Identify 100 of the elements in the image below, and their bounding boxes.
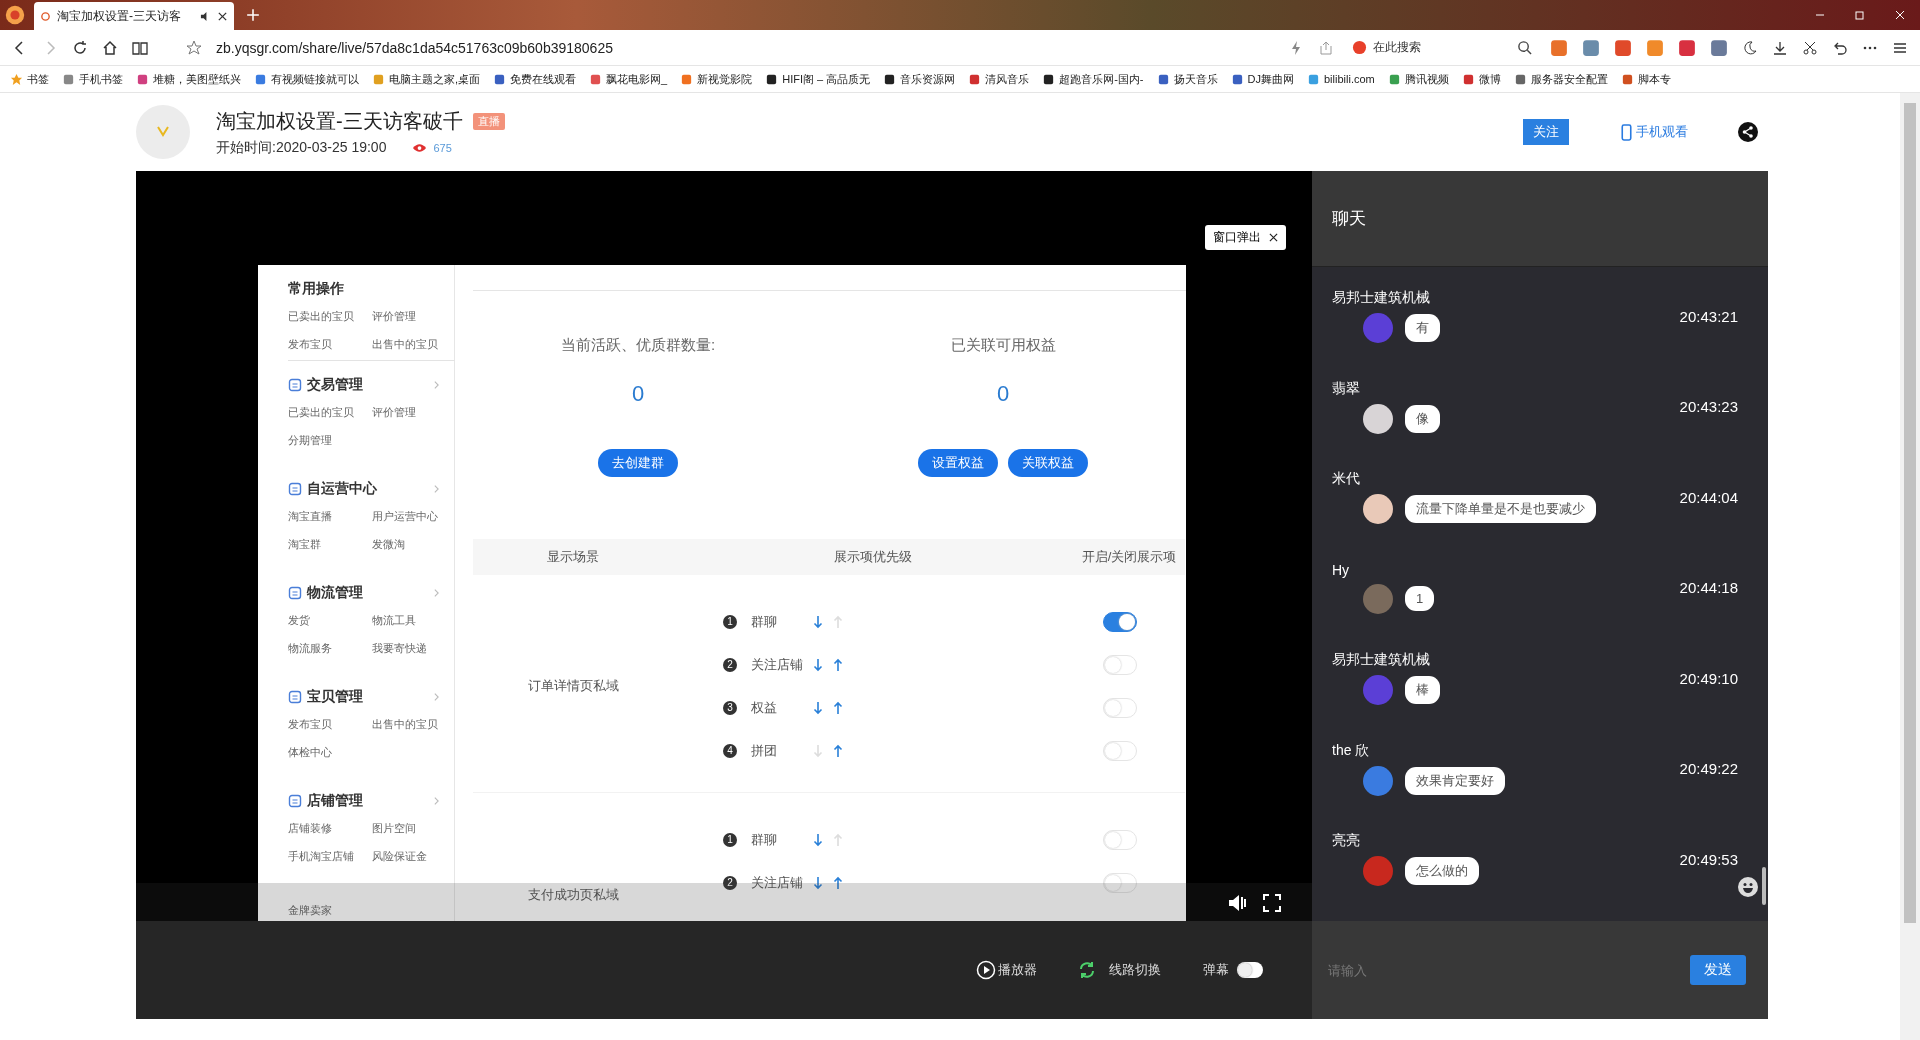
refresh-icon[interactable] — [1077, 960, 1097, 980]
bookmark-link[interactable]: 腾讯视频 — [1387, 71, 1449, 87]
close-icon[interactable] — [1269, 233, 1278, 242]
bookmark-link[interactable]: DJ舞曲网 — [1230, 71, 1294, 87]
extension-icon[interactable] — [1646, 38, 1664, 57]
bookmark-link[interactable]: 飘花电影网_ — [589, 71, 668, 87]
action-button[interactable]: 去创建群 — [598, 448, 678, 477]
scrollbar[interactable] — [1762, 867, 1766, 905]
search-engine-icon[interactable] — [1352, 40, 1367, 55]
star-icon[interactable] — [186, 39, 202, 56]
extension-icon[interactable] — [1710, 38, 1728, 57]
up-arrow-icon[interactable] — [833, 700, 843, 715]
action-button[interactable]: 设置权益 — [918, 448, 998, 477]
up-arrow-icon[interactable] — [833, 875, 843, 890]
line-switch-link[interactable]: 线路切换 — [1109, 961, 1161, 979]
url-field[interactable]: zb.yqsgr.com/share/live/57da8c1da54c51763c09b60b39180625 — [216, 39, 613, 56]
search-icon[interactable] — [1517, 40, 1532, 55]
download-icon[interactable] — [1772, 39, 1788, 56]
restore-icon[interactable] — [1854, 9, 1866, 21]
bookmark-link[interactable]: 手机书签 — [62, 71, 123, 87]
rank-badge: 4 — [723, 743, 737, 758]
bookmark-link[interactable]: 电脑主题之家,桌面 — [372, 71, 481, 87]
menu-link[interactable]: 我要寄快递 — [372, 638, 462, 658]
menu-link[interactable]: 评价管理 — [372, 306, 462, 326]
menu-link[interactable]: 分期管理 — [288, 430, 372, 450]
bookmark-link[interactable]: 新视觉影院 — [680, 71, 753, 87]
menu-link[interactable]: 风险保证金 — [372, 846, 462, 866]
menu-link[interactable]: 淘宝群 — [288, 534, 372, 554]
menu-link[interactable]: 店铺装修 — [288, 818, 372, 838]
bookmark-link[interactable]: HIFI阁 – 高品质无 — [765, 71, 871, 87]
close-icon[interactable] — [217, 10, 228, 22]
extension-icon[interactable] — [1614, 38, 1632, 57]
menu-link[interactable]: 淘宝直播 — [288, 506, 372, 526]
menu-link[interactable]: 发微淘 — [372, 534, 462, 554]
menu-link[interactable]: 手机淘宝店铺 — [288, 846, 372, 866]
bookmark-link[interactable]: 微博 — [1461, 71, 1501, 87]
section-title: 物流管理 — [307, 584, 363, 602]
down-arrow-icon[interactable] — [813, 657, 823, 672]
mobile-view-link[interactable]: 手机观看 — [1636, 123, 1688, 141]
new-tab-icon[interactable] — [246, 8, 260, 22]
scissors-icon[interactable] — [1802, 39, 1818, 56]
follow-button[interactable]: 关注 — [1523, 119, 1569, 145]
bookmark-link[interactable]: 书签 — [10, 71, 49, 87]
fullscreen-icon[interactable] — [1262, 894, 1282, 912]
bookmark-link[interactable]: 超跑音乐网-国内- — [1042, 71, 1144, 87]
bookmark-link[interactable]: 堆糖，美图壁纸兴 — [136, 71, 241, 87]
up-arrow-icon[interactable] — [833, 743, 843, 758]
share-icon[interactable] — [1738, 122, 1758, 142]
reload-icon[interactable] — [72, 39, 88, 56]
toggle-switch[interactable] — [1103, 611, 1137, 632]
bookmark-icon — [680, 72, 694, 86]
message-bubble: 1 — [1405, 586, 1435, 612]
action-button[interactable]: 关联权益 — [1008, 448, 1088, 477]
bookmark-link[interactable]: 脚本专 — [1620, 71, 1671, 87]
down-arrow-icon[interactable] — [813, 614, 823, 629]
bookmark-link[interactable]: 服务器安全配置 — [1513, 71, 1608, 87]
home-icon[interactable] — [102, 39, 118, 56]
popout-button[interactable]: 窗口弹出 — [1205, 225, 1286, 250]
bookmark-link[interactable]: 清风音乐 — [968, 71, 1030, 87]
menu-link[interactable]: 出售中的宝贝 — [372, 334, 462, 354]
browser-tab[interactable]: 淘宝加权设置-三天访客 — [34, 2, 234, 30]
menu-link[interactable]: 评价管理 — [372, 402, 462, 422]
section-title: 交易管理 — [307, 376, 363, 394]
extension-icon[interactable] — [1678, 38, 1696, 57]
down-arrow-icon[interactable] — [813, 875, 823, 890]
bookmark-link[interactable]: 免费在线观看 — [493, 71, 577, 87]
browser-logo-icon[interactable] — [4, 4, 26, 26]
menu-link[interactable]: 出售中的宝贝 — [372, 714, 462, 734]
phone-icon[interactable] — [1621, 123, 1632, 141]
menu-link[interactable]: 图片空间 — [372, 818, 462, 838]
menu-link[interactable]: 物流服务 — [288, 638, 372, 658]
bookmark-link[interactable]: 音乐资源网 — [883, 71, 956, 87]
player-link[interactable]: 播放器 — [998, 961, 1037, 979]
menu-link[interactable]: 已卖出的宝贝 — [288, 306, 372, 326]
danmaku-toggle[interactable] — [1237, 962, 1263, 978]
menu-link[interactable]: 发货 — [288, 610, 372, 630]
page-scrollbar[interactable] — [1900, 93, 1920, 1040]
smiley-icon[interactable] — [1738, 877, 1758, 897]
play-icon[interactable] — [976, 960, 996, 980]
menu-link[interactable]: 发布宝贝 — [288, 714, 372, 734]
moon-icon[interactable] — [1742, 39, 1758, 56]
up-arrow-icon[interactable] — [833, 657, 843, 672]
down-arrow-icon[interactable] — [813, 832, 823, 847]
bookmark-link[interactable]: bilibili.com — [1307, 72, 1375, 86]
extension-icon[interactable] — [1550, 38, 1568, 57]
send-button[interactable]: 发送 — [1690, 955, 1746, 985]
user-name: 易邦士建筑机械 — [1332, 289, 1431, 308]
bookmark-link[interactable]: 扬天音乐 — [1156, 71, 1218, 87]
menu-link[interactable]: 用户运营中心 — [372, 506, 462, 526]
extension-icon[interactable] — [1582, 38, 1600, 57]
volume-icon[interactable] — [1228, 894, 1248, 912]
menu-link[interactable]: 金牌卖家 — [288, 900, 372, 920]
menu-link[interactable]: 发布宝贝 — [288, 334, 372, 354]
menu-link[interactable]: 已卖出的宝贝 — [288, 402, 372, 422]
menu-link[interactable]: 物流工具 — [372, 610, 462, 630]
book-icon[interactable] — [132, 39, 148, 56]
search-field[interactable]: 在此搜索 — [1348, 37, 1536, 58]
menu-link[interactable]: 体检中心 — [288, 742, 372, 762]
bookmark-link[interactable]: 有视频链接就可以 — [254, 71, 359, 87]
down-arrow-icon[interactable] — [813, 700, 823, 715]
